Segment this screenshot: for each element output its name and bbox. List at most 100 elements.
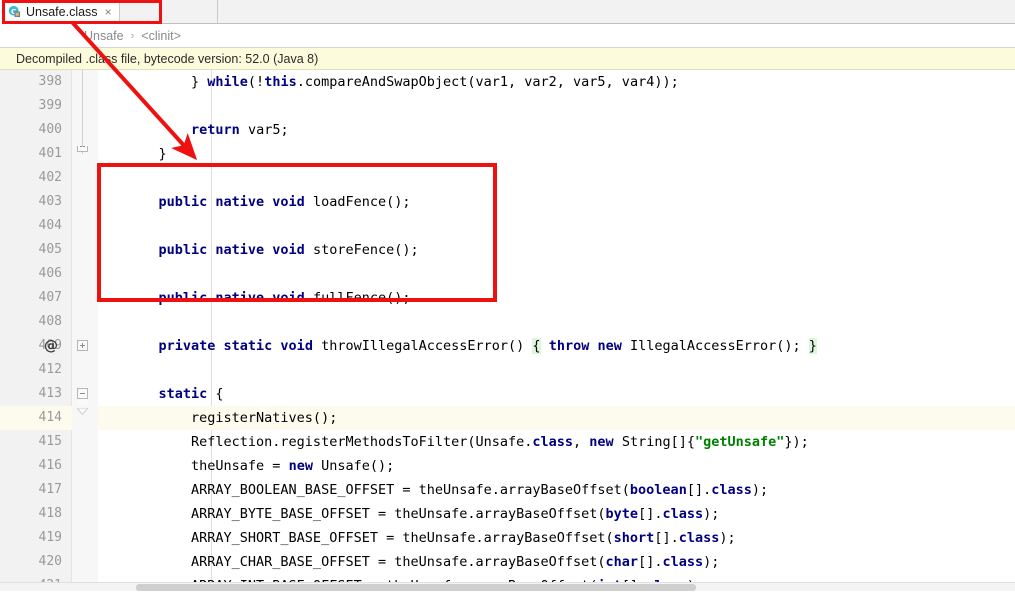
code-line[interactable]: 399 [0,94,1015,118]
code-line-text[interactable] [98,94,1015,118]
code-line[interactable]: 408 [0,310,1015,334]
code-line[interactable]: 406 [0,262,1015,286]
fold-cell[interactable] [72,310,98,334]
line-number: 417 [38,482,62,497]
code-token: Reflection.registerMethodsToFilter(Unsaf… [126,434,533,450]
line-number: 406 [38,266,62,281]
code-token: var5; [239,122,289,138]
code-token: class [711,482,752,498]
code-editor[interactable]: 398 } while(!this.compareAndSwapObject(v… [0,70,1015,591]
fold-expand-icon[interactable] [77,340,88,351]
fold-cell[interactable] [72,550,98,574]
code-token: []. [638,506,663,522]
code-line[interactable]: 401 } [0,142,1015,166]
code-line[interactable]: 418 ARRAY_BYTE_BASE_OFFSET = theUnsafe.a… [0,502,1015,526]
code-line[interactable]: 412 [0,358,1015,382]
code-token: public native void [158,242,305,258]
code-line[interactable]: 402 [0,166,1015,190]
annotation-marker-icon[interactable]: @ [44,334,58,358]
fold-cell[interactable] [72,94,98,118]
fold-cell[interactable] [72,214,98,238]
code-line[interactable]: 407 public native void fullFence(); [0,286,1015,310]
code-line-text[interactable]: public native void fullFence(); [98,286,1015,310]
editor-tab-bar: C Unsafe.class × [0,0,1015,24]
fold-collapse-icon[interactable] [77,388,88,399]
fold-cell[interactable] [72,262,98,286]
code-line-text[interactable] [98,358,1015,382]
code-token: } [808,338,817,354]
code-token: boolean [629,482,687,498]
code-line-text[interactable]: ARRAY_SHORT_BASE_OFFSET = theUnsafe.arra… [98,526,1015,550]
code-line-text[interactable]: public native void storeFence(); [98,238,1015,262]
fold-cell[interactable] [72,286,98,310]
code-line[interactable]: 415 Reflection.registerMethodsToFilter(U… [0,430,1015,454]
code-line-text[interactable]: registerNatives(); [98,406,1015,430]
code-line-text[interactable]: return var5; [98,118,1015,142]
breadcrumb-item-class[interactable]: Unsafe [84,30,124,43]
code-line-text[interactable]: static { [98,382,1015,406]
fold-cell[interactable] [72,382,98,416]
fold-cell[interactable] [72,334,98,358]
code-token: []. [686,482,712,498]
code-token: short [613,530,655,546]
code-token: this [264,74,297,90]
code-line[interactable]: 405 public native void storeFence(); [0,238,1015,262]
fold-cell[interactable] [72,358,98,382]
code-line[interactable]: 420 ARRAY_CHAR_BASE_OFFSET = theUnsafe.a… [0,550,1015,574]
code-line-text[interactable] [98,310,1015,334]
horizontal-scrollbar-thumb[interactable] [136,584,696,591]
fold-cell[interactable] [72,166,98,190]
horizontal-scrollbar[interactable] [0,582,1015,591]
code-line-text[interactable] [98,214,1015,238]
code-line[interactable]: 404 [0,214,1015,238]
tab-bar-filler [119,0,218,23]
fold-cell[interactable] [72,406,98,430]
code-token: class [532,434,574,450]
code-token: class [662,506,704,522]
code-line[interactable]: 403 public native void loadFence(); [0,190,1015,214]
code-line[interactable]: 413 static { [0,382,1015,416]
code-line[interactable]: 416 theUnsafe = new Unsafe(); [0,454,1015,478]
code-line[interactable]: 400 return var5; [0,118,1015,142]
close-icon[interactable]: × [105,6,112,18]
fold-cell[interactable] [72,526,98,550]
code-line-text[interactable]: public native void loadFence(); [98,190,1015,214]
fold-cell[interactable] [72,142,98,166]
code-line[interactable]: 414 registerNatives(); [0,406,1015,430]
breadcrumb-item-member[interactable]: <clinit> [141,30,181,43]
code-token: } [126,146,167,162]
code-token: class [678,530,720,546]
tab-unsafe-class[interactable]: C Unsafe.class × [0,0,120,24]
code-line[interactable]: 398 } while(!this.compareAndSwapObject(v… [0,70,1015,94]
fold-cell[interactable] [72,478,98,502]
fold-cell[interactable] [72,70,98,94]
code-line[interactable]: 417 ARRAY_BOOLEAN_BASE_OFFSET = theUnsaf… [0,478,1015,502]
code-line-text[interactable]: ARRAY_BOOLEAN_BASE_OFFSET = theUnsafe.ar… [98,478,1015,502]
line-number: 418 [38,506,62,521]
code-line-text[interactable]: ARRAY_CHAR_BASE_OFFSET = theUnsafe.array… [98,550,1015,574]
fold-cell[interactable] [72,190,98,214]
fold-cell[interactable] [72,238,98,262]
code-line-text[interactable]: Reflection.registerMethodsToFilter(Unsaf… [98,430,1015,454]
fold-cell[interactable] [72,454,98,478]
fold-cell[interactable] [72,502,98,526]
chevron-right-icon: › [130,30,135,42]
code-line-text[interactable]: private static void throwIllegalAccessEr… [98,334,1015,358]
code-line[interactable]: 419 ARRAY_SHORT_BASE_OFFSET = theUnsafe.… [0,526,1015,550]
code-line-text[interactable]: } [98,142,1015,166]
code-token: ); [751,482,769,498]
code-token: []. [654,530,679,546]
fold-cell[interactable] [72,430,98,454]
code-token: return [191,122,240,138]
code-line-text[interactable]: ARRAY_BYTE_BASE_OFFSET = theUnsafe.array… [98,502,1015,526]
line-number: 420 [38,554,62,569]
line-number: 419 [38,530,62,545]
code-line-text[interactable] [98,166,1015,190]
code-line[interactable]: 409 @ private static void throwIllegalAcc… [0,334,1015,358]
fold-cell[interactable] [72,118,98,142]
code-line-text[interactable] [98,262,1015,286]
code-line-text[interactable]: } while(!this.compareAndSwapObject(var1,… [98,70,1015,94]
code-line-text[interactable]: theUnsafe = new Unsafe(); [98,454,1015,478]
